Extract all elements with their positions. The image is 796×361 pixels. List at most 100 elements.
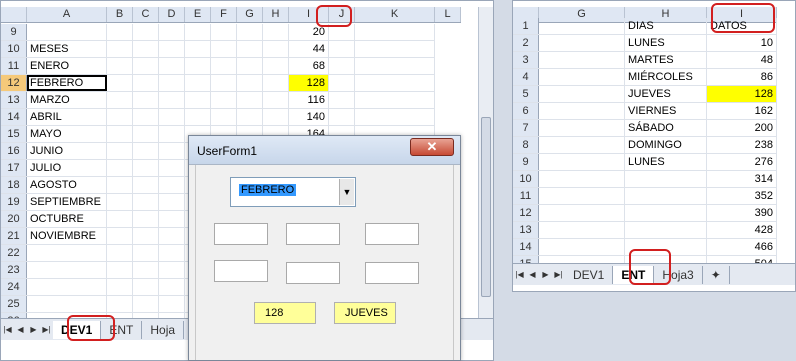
cell-empty[interactable] bbox=[107, 126, 133, 142]
row-header[interactable]: 17 bbox=[1, 160, 27, 176]
cell-empty[interactable] bbox=[133, 228, 159, 244]
dialog-titlebar[interactable]: UserForm1 ✕ bbox=[189, 136, 460, 165]
cell-empty[interactable] bbox=[185, 41, 211, 57]
cell-empty[interactable] bbox=[133, 41, 159, 57]
cell-empty[interactable] bbox=[185, 75, 211, 91]
cell-empty[interactable] bbox=[355, 75, 435, 91]
cell-empty[interactable] bbox=[159, 211, 185, 227]
row-header[interactable]: 6 bbox=[513, 103, 539, 119]
row-header[interactable]: 10 bbox=[1, 41, 27, 57]
cell-empty[interactable] bbox=[159, 296, 185, 312]
cell-empty[interactable] bbox=[211, 75, 237, 91]
cell-g[interactable] bbox=[539, 69, 625, 85]
first-sheet-icon[interactable]: |◀ bbox=[1, 325, 14, 334]
row-header[interactable]: 13 bbox=[1, 92, 27, 108]
cell-a[interactable]: OCTUBRE bbox=[27, 211, 107, 227]
cell-empty[interactable] bbox=[107, 194, 133, 210]
cell-empty[interactable] bbox=[159, 160, 185, 176]
chevron-down-icon[interactable]: ▼ bbox=[339, 179, 354, 205]
cell-a[interactable] bbox=[27, 279, 107, 295]
cell-empty[interactable] bbox=[329, 92, 355, 108]
cell-empty[interactable] bbox=[263, 58, 289, 74]
cell-i[interactable]: 86 bbox=[707, 69, 777, 85]
row-header[interactable]: 24 bbox=[1, 279, 27, 295]
row-header[interactable]: 11 bbox=[513, 188, 539, 204]
cell-empty[interactable] bbox=[133, 160, 159, 176]
cell-empty[interactable] bbox=[237, 75, 263, 91]
cell-empty[interactable] bbox=[159, 194, 185, 210]
row-header[interactable]: 14 bbox=[1, 109, 27, 125]
column-header-k[interactable]: K bbox=[355, 7, 435, 22]
last-sheet-icon[interactable]: ▶| bbox=[40, 325, 53, 334]
cell-empty[interactable] bbox=[133, 262, 159, 278]
row-header[interactable]: 15 bbox=[1, 126, 27, 142]
row-header[interactable]: 5 bbox=[513, 86, 539, 102]
cell-j[interactable]: 116 bbox=[289, 92, 329, 108]
cell-empty[interactable] bbox=[133, 177, 159, 193]
cell-empty[interactable] bbox=[185, 58, 211, 74]
cell-empty[interactable] bbox=[107, 296, 133, 312]
cell-h[interactable]: MARTES bbox=[625, 52, 707, 68]
cell-empty[interactable] bbox=[107, 279, 133, 295]
cell-empty[interactable] bbox=[133, 211, 159, 227]
row-header[interactable]: 25 bbox=[1, 296, 27, 312]
cell-empty[interactable] bbox=[107, 211, 133, 227]
cell-i[interactable]: 428 bbox=[707, 222, 777, 238]
cell-empty[interactable] bbox=[107, 228, 133, 244]
row-header[interactable]: 11 bbox=[1, 58, 27, 74]
cell-empty[interactable] bbox=[159, 143, 185, 159]
first-sheet-icon[interactable]: |◀ bbox=[513, 270, 526, 279]
textbox-4[interactable] bbox=[214, 260, 268, 282]
column-header-l[interactable]: L bbox=[435, 7, 461, 22]
cell-empty[interactable] bbox=[159, 245, 185, 261]
cell-empty[interactable] bbox=[329, 41, 355, 57]
cell-empty[interactable] bbox=[185, 24, 211, 40]
cell-empty[interactable] bbox=[263, 92, 289, 108]
cell-a[interactable] bbox=[27, 296, 107, 312]
cell-empty[interactable] bbox=[237, 41, 263, 57]
cell-empty[interactable] bbox=[211, 41, 237, 57]
cell-i[interactable]: 238 bbox=[707, 137, 777, 153]
cell-g[interactable] bbox=[539, 171, 625, 187]
cell-a[interactable]: ENERO bbox=[27, 58, 107, 74]
cell-empty[interactable] bbox=[133, 245, 159, 261]
row-header[interactable]: 14 bbox=[513, 239, 539, 255]
row-header[interactable]: 16 bbox=[1, 143, 27, 159]
cell-h[interactable] bbox=[625, 222, 707, 238]
cell-i[interactable]: 352 bbox=[707, 188, 777, 204]
cell-empty[interactable] bbox=[159, 92, 185, 108]
cell-empty[interactable] bbox=[133, 109, 159, 125]
cell-empty[interactable] bbox=[263, 41, 289, 57]
cell-empty[interactable] bbox=[133, 58, 159, 74]
cell-empty[interactable] bbox=[159, 228, 185, 244]
cell-empty[interactable] bbox=[159, 177, 185, 193]
cell-empty[interactable] bbox=[107, 143, 133, 159]
cell-empty[interactable] bbox=[211, 92, 237, 108]
cell-empty[interactable] bbox=[355, 58, 435, 74]
cell-i[interactable]: 200 bbox=[707, 120, 777, 136]
cell-empty[interactable] bbox=[107, 92, 133, 108]
last-sheet-icon[interactable]: ▶| bbox=[552, 270, 565, 279]
row-header[interactable]: 18 bbox=[1, 177, 27, 193]
next-sheet-icon[interactable]: ▶ bbox=[27, 325, 40, 334]
cell-h[interactable]: LUNES bbox=[625, 35, 707, 51]
cell-g[interactable] bbox=[539, 103, 625, 119]
cell-i[interactable]: 10 bbox=[707, 35, 777, 51]
month-combobox[interactable]: FEBRERO ▼ bbox=[230, 177, 356, 207]
cell-empty[interactable] bbox=[355, 24, 435, 40]
cell-h[interactable] bbox=[625, 171, 707, 187]
row-header[interactable]: 3 bbox=[513, 52, 539, 68]
cell-a[interactable]: JULIO bbox=[27, 160, 107, 176]
cell-empty[interactable] bbox=[133, 143, 159, 159]
column-header-f[interactable]: F bbox=[211, 7, 237, 22]
cell-empty[interactable] bbox=[133, 126, 159, 142]
cell-empty[interactable] bbox=[107, 24, 133, 40]
row-header[interactable]: 23 bbox=[1, 262, 27, 278]
cell-g[interactable] bbox=[539, 205, 625, 221]
cell-empty[interactable] bbox=[211, 58, 237, 74]
cell-g[interactable] bbox=[539, 86, 625, 102]
cell-empty[interactable] bbox=[133, 92, 159, 108]
result-day-field[interactable]: JUEVES bbox=[334, 302, 396, 324]
cell-i[interactable]: 48 bbox=[707, 52, 777, 68]
cell-g[interactable] bbox=[539, 239, 625, 255]
